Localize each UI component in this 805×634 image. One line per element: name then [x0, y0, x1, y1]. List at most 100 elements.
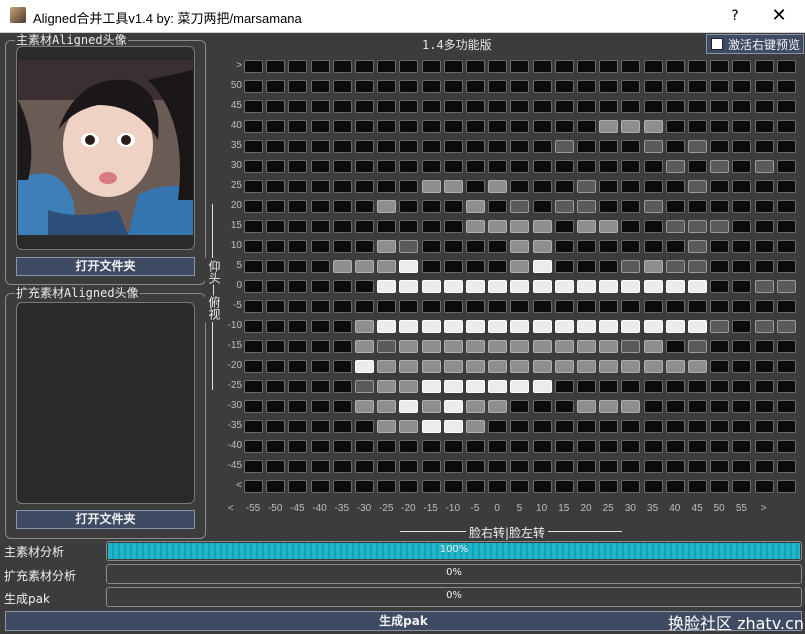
grid-cell[interactable] — [732, 320, 752, 333]
grid-cell[interactable] — [310, 300, 330, 313]
grid-cell[interactable] — [710, 320, 730, 333]
grid-cell[interactable] — [510, 100, 530, 113]
grid-cell[interactable] — [266, 280, 286, 293]
grid-cell[interactable] — [332, 360, 352, 373]
grid-cell[interactable] — [421, 320, 441, 333]
grid-cell[interactable] — [665, 200, 685, 213]
grid-cell[interactable] — [621, 60, 641, 73]
grid-cell[interactable] — [288, 220, 308, 233]
grid-cell[interactable] — [443, 420, 463, 433]
grid-cell[interactable] — [488, 400, 508, 413]
grid-cell[interactable] — [532, 440, 552, 453]
grid-cell[interactable] — [332, 240, 352, 253]
grid-cell[interactable] — [421, 380, 441, 393]
grid-cell[interactable] — [332, 160, 352, 173]
grid-cell[interactable] — [377, 260, 397, 273]
grid-cell[interactable] — [377, 320, 397, 333]
grid-cell[interactable] — [310, 380, 330, 393]
grid-cell[interactable] — [754, 80, 774, 93]
grid-cell[interactable] — [244, 260, 263, 273]
grid-cell[interactable] — [554, 360, 574, 373]
grid-cell[interactable] — [488, 460, 508, 473]
grid-cell[interactable] — [754, 240, 774, 253]
grid-cell[interactable] — [532, 480, 552, 493]
grid-cell[interactable] — [732, 340, 752, 353]
grid-cell[interactable] — [665, 240, 685, 253]
grid-cell[interactable] — [710, 480, 730, 493]
grid-cell[interactable] — [488, 380, 508, 393]
grid-cell[interactable] — [377, 280, 397, 293]
grid-cell[interactable] — [355, 100, 374, 113]
grid-cell[interactable] — [532, 100, 552, 113]
grid-cell[interactable] — [599, 440, 619, 453]
grid-cell[interactable] — [710, 80, 730, 93]
grid-cell[interactable] — [532, 360, 552, 373]
grid-cell[interactable] — [466, 460, 485, 473]
grid-cell[interactable] — [310, 260, 330, 273]
grid-cell[interactable] — [554, 460, 574, 473]
grid-cell[interactable] — [466, 120, 485, 133]
grid-cell[interactable] — [355, 240, 374, 253]
grid-cell[interactable] — [577, 260, 596, 273]
grid-cell[interactable] — [355, 340, 374, 353]
grid-cell[interactable] — [399, 360, 419, 373]
grid-cell[interactable] — [466, 320, 485, 333]
grid-cell[interactable] — [554, 120, 574, 133]
grid-cell[interactable] — [266, 60, 286, 73]
grid-cell[interactable] — [443, 120, 463, 133]
grid-cell[interactable] — [754, 120, 774, 133]
grid-cell[interactable] — [488, 280, 508, 293]
grid-cell[interactable] — [510, 80, 530, 93]
grid-cell[interactable] — [355, 260, 374, 273]
grid-cell[interactable] — [732, 160, 752, 173]
grid-cell[interactable] — [332, 440, 352, 453]
grid-cell[interactable] — [554, 380, 574, 393]
grid-cell[interactable] — [688, 180, 707, 193]
grid-cell[interactable] — [554, 180, 574, 193]
grid-cell[interactable] — [599, 120, 619, 133]
grid-cell[interactable] — [554, 100, 574, 113]
grid-cell[interactable] — [776, 240, 796, 253]
grid-cell[interactable] — [710, 300, 730, 313]
grid-cell[interactable] — [288, 320, 308, 333]
grid-cell[interactable] — [466, 80, 485, 93]
grid-cell[interactable] — [732, 240, 752, 253]
grid-cell[interactable] — [643, 480, 663, 493]
grid-cell[interactable] — [532, 280, 552, 293]
grid-cell[interactable] — [244, 280, 263, 293]
grid-cell[interactable] — [266, 400, 286, 413]
grid-cell[interactable] — [688, 480, 707, 493]
grid-cell[interactable] — [754, 380, 774, 393]
grid-cell[interactable] — [332, 180, 352, 193]
grid-cell[interactable] — [665, 360, 685, 373]
grid-cell[interactable] — [688, 100, 707, 113]
grid-cell[interactable] — [577, 120, 596, 133]
grid-cell[interactable] — [244, 100, 263, 113]
grid-cell[interactable] — [732, 300, 752, 313]
grid-cell[interactable] — [488, 60, 508, 73]
grid-cell[interactable] — [577, 460, 596, 473]
grid-cell[interactable] — [443, 80, 463, 93]
grid-cell[interactable] — [621, 280, 641, 293]
grid-cell[interactable] — [244, 120, 263, 133]
grid-cell[interactable] — [288, 140, 308, 153]
grid-cell[interactable] — [443, 160, 463, 173]
grid-cell[interactable] — [710, 440, 730, 453]
grid-cell[interactable] — [643, 200, 663, 213]
grid-cell[interactable] — [510, 300, 530, 313]
grid-cell[interactable] — [621, 80, 641, 93]
grid-cell[interactable] — [577, 300, 596, 313]
grid-cell[interactable] — [510, 120, 530, 133]
grid-cell[interactable] — [266, 420, 286, 433]
grid-cell[interactable] — [421, 280, 441, 293]
grid-cell[interactable] — [288, 340, 308, 353]
grid-cell[interactable] — [310, 200, 330, 213]
grid-cell[interactable] — [732, 360, 752, 373]
grid-cell[interactable] — [643, 340, 663, 353]
grid-cell[interactable] — [399, 220, 419, 233]
grid-cell[interactable] — [732, 440, 752, 453]
grid-cell[interactable] — [466, 160, 485, 173]
grid-cell[interactable] — [665, 160, 685, 173]
grid-cell[interactable] — [732, 100, 752, 113]
grid-cell[interactable] — [577, 80, 596, 93]
